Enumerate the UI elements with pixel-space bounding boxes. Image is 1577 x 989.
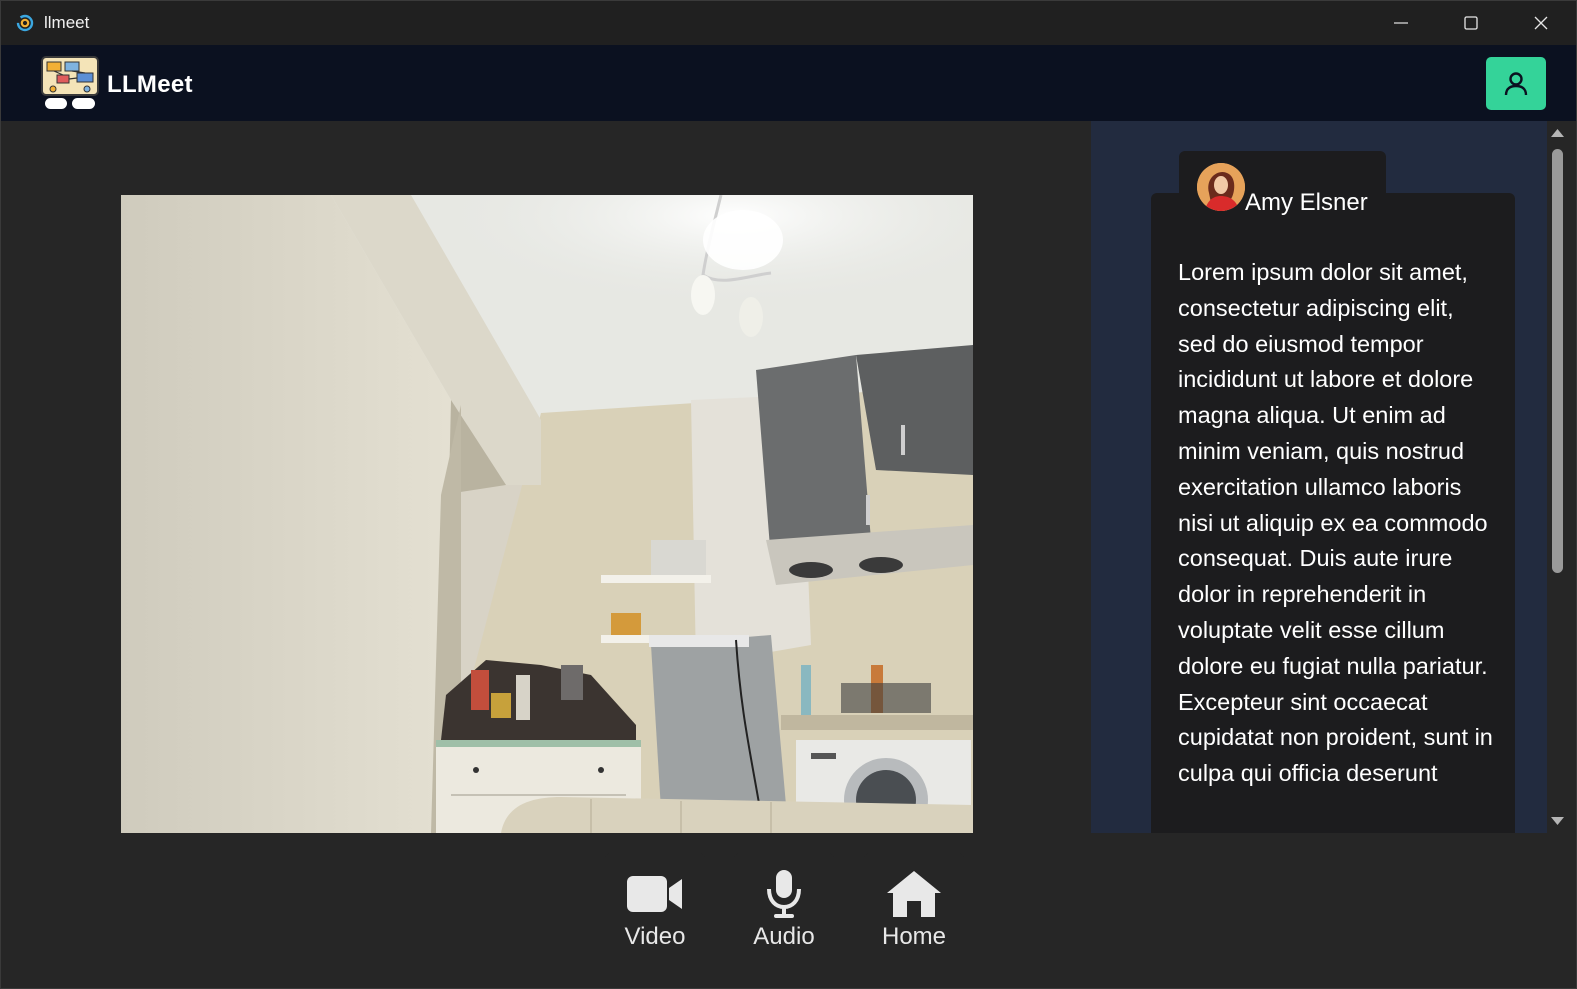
transcript-panel: Amy Elsner Lorem ipsum dolor sit amet, c… (1091, 121, 1547, 833)
app-icon (15, 13, 35, 33)
logo (41, 56, 99, 109)
home-button[interactable]: Home (864, 853, 964, 961)
user-icon (1504, 71, 1528, 95)
brand-name: LLMeet (107, 71, 193, 98)
profile-button[interactable] (1486, 57, 1546, 110)
avatar (1197, 163, 1245, 211)
video-label: Video (624, 923, 686, 950)
minimize-button[interactable] (1366, 1, 1436, 45)
window-controls (1366, 1, 1576, 45)
app-header: LLMeet (1, 45, 1576, 121)
scrollbar-thumb[interactable] (1552, 149, 1563, 573)
close-button[interactable] (1506, 1, 1576, 45)
video-feed (121, 195, 973, 833)
title-bar: llmeet (1, 1, 1576, 45)
bottom-toolbar: Video Audio Home (1, 833, 1576, 988)
close-icon (1534, 16, 1548, 30)
maximize-button[interactable] (1436, 1, 1506, 45)
audio-button[interactable]: Audio (734, 853, 834, 961)
main-area (1, 121, 1091, 833)
transcript-scrollbar[interactable] (1547, 121, 1568, 833)
app-window: llmeet LLMeet Amy Elsner Lorem ipsum dol… (0, 0, 1577, 989)
microphone-icon (764, 869, 804, 919)
transcript-text: Lorem ipsum dolor sit amet, consectetur … (1178, 259, 1493, 787)
maximize-icon (1464, 16, 1478, 30)
speaker-name: Amy Elsner (1245, 189, 1368, 216)
audio-label: Audio (753, 923, 815, 950)
scroll-down-arrow-icon[interactable] (1550, 815, 1565, 827)
scroll-up-arrow-icon[interactable] (1550, 127, 1565, 139)
video-camera-icon (626, 869, 684, 919)
home-icon (885, 869, 943, 919)
video-button[interactable]: Video (605, 853, 705, 961)
window-title: llmeet (44, 13, 90, 32)
home-label: Home (881, 923, 947, 950)
camera-image (121, 195, 973, 833)
minimize-icon (1394, 22, 1408, 24)
avatar-image (1197, 163, 1245, 211)
